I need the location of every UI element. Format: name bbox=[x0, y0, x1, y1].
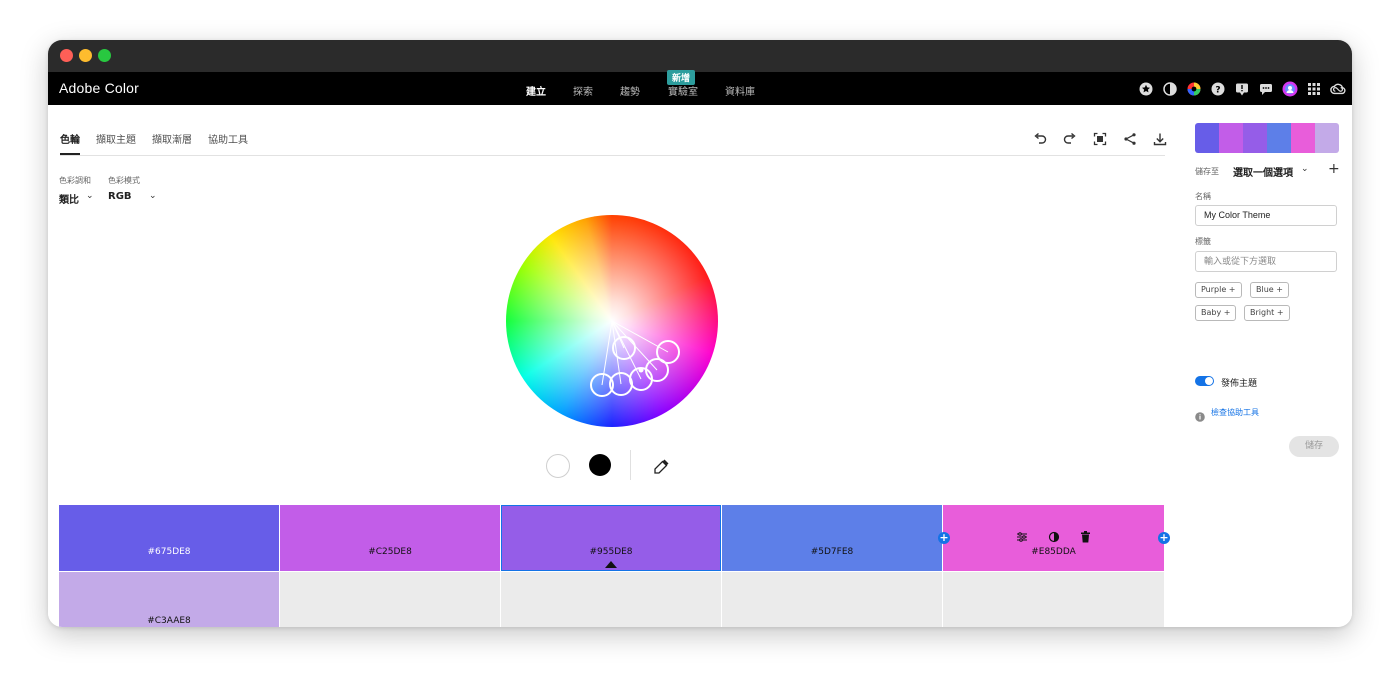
nav-explore[interactable]: 探索 bbox=[573, 83, 593, 98]
download-icon[interactable] bbox=[1152, 131, 1168, 147]
swatch-hex[interactable]: #955DE8 bbox=[501, 547, 721, 557]
divider bbox=[630, 450, 631, 480]
browser-window: Adobe Color 建立 探索 趨勢 實驗室 資料庫 新增 ? 色輪 擷取主… bbox=[48, 40, 1352, 627]
palette-swatch-selected[interactable]: #955DE8 bbox=[501, 505, 721, 571]
base-color-dot bbox=[638, 367, 644, 373]
harmony-select[interactable]: 類比 bbox=[59, 191, 79, 206]
tab-accessibility-tools[interactable]: 協助工具 bbox=[208, 131, 248, 146]
main-content: 色輪 擷取主題 擷取漸層 協助工具 色彩調和 色彩模式 類比 ⌄ RGB ⌄ #… bbox=[48, 105, 1352, 627]
preview-swatch bbox=[1267, 123, 1291, 153]
tag-suggestion[interactable]: Bright + bbox=[1244, 305, 1290, 321]
color-wheel-icon[interactable] bbox=[1186, 81, 1202, 97]
adjust-sliders-icon[interactable] bbox=[1015, 531, 1029, 543]
header-icons: ? bbox=[1138, 80, 1346, 98]
empty-swatch-slot bbox=[280, 572, 500, 627]
add-swatch-button[interactable]: + bbox=[1158, 532, 1170, 544]
tab-extract-theme[interactable]: 擷取主題 bbox=[96, 131, 136, 146]
palette-swatch[interactable]: #675DE8 bbox=[59, 505, 279, 571]
selected-swatch-indicator bbox=[605, 561, 617, 568]
nav-labs[interactable]: 實驗室 bbox=[668, 83, 698, 98]
wheel-toolbar bbox=[1032, 131, 1168, 149]
close-window-button[interactable] bbox=[60, 49, 73, 62]
nav-library[interactable]: 資料庫 bbox=[725, 83, 755, 98]
empty-swatch-slot bbox=[501, 572, 721, 627]
publish-label: 發佈主題 bbox=[1221, 379, 1258, 389]
add-swatch-button[interactable]: + bbox=[938, 532, 950, 544]
preview-swatch bbox=[1315, 123, 1339, 153]
harmony-label: 色彩調和 bbox=[59, 176, 91, 185]
eyedropper-icon[interactable] bbox=[652, 456, 672, 476]
palette-swatch[interactable]: #5D7FE8 bbox=[722, 505, 942, 571]
palette-swatch[interactable]: #C25DE8 bbox=[280, 505, 500, 571]
maximize-window-button[interactable] bbox=[98, 49, 111, 62]
preview-swatch bbox=[1243, 123, 1267, 153]
chevron-down-icon[interactable]: ⌄ bbox=[1301, 164, 1309, 174]
help-icon[interactable]: ? bbox=[1210, 81, 1226, 97]
preview-swatch bbox=[1219, 123, 1243, 153]
tag-suggestion[interactable]: Baby + bbox=[1195, 305, 1237, 321]
tab-color-wheel[interactable]: 色輪 bbox=[60, 131, 80, 146]
contrast-icon[interactable] bbox=[1162, 81, 1178, 97]
swatch-hex[interactable]: #5D7FE8 bbox=[722, 547, 942, 557]
palette-swatch-hovered[interactable]: #E85DDA bbox=[943, 505, 1164, 571]
swatch-tools bbox=[943, 531, 1164, 543]
tags-input[interactable]: 輸入或從下方選取 bbox=[1195, 251, 1337, 272]
preview-swatch bbox=[1195, 123, 1219, 153]
tabs-divider bbox=[60, 155, 1165, 156]
empty-swatch-slot bbox=[722, 572, 942, 627]
color-wheel-markers[interactable] bbox=[506, 215, 718, 427]
check-accessibility-link[interactable]: 檢查協助工具 bbox=[1211, 407, 1259, 418]
toggle-knob bbox=[1205, 377, 1213, 385]
alert-icon[interactable] bbox=[1234, 81, 1250, 97]
feedback-icon[interactable] bbox=[1258, 81, 1274, 97]
nav-trends[interactable]: 趨勢 bbox=[620, 83, 640, 98]
save-to-select[interactable]: 選取一個選項 bbox=[1233, 164, 1293, 179]
tab-extract-gradient[interactable]: 擷取漸層 bbox=[152, 131, 192, 146]
apps-grid-icon[interactable] bbox=[1306, 81, 1322, 97]
add-library-icon[interactable]: + bbox=[1328, 161, 1340, 177]
share-icon[interactable] bbox=[1122, 131, 1138, 147]
preview-swatch bbox=[1291, 123, 1315, 153]
new-badge: 新增 bbox=[667, 70, 696, 85]
swatch-hex[interactable]: #C3AAE8 bbox=[59, 616, 279, 626]
swatch-hex[interactable]: #C25DE8 bbox=[280, 547, 500, 557]
publish-toggle[interactable] bbox=[1195, 376, 1214, 386]
chevron-down-icon[interactable]: ⌄ bbox=[86, 191, 94, 201]
chevron-down-icon[interactable]: ⌄ bbox=[149, 191, 157, 201]
theme-name-input[interactable]: My Color Theme bbox=[1195, 205, 1337, 226]
swatch-hex[interactable]: #675DE8 bbox=[59, 547, 279, 557]
theme-preview bbox=[1195, 123, 1339, 153]
fullscreen-icon[interactable] bbox=[1092, 131, 1108, 147]
undo-icon[interactable] bbox=[1032, 131, 1048, 147]
minimize-window-button[interactable] bbox=[79, 49, 92, 62]
creative-cloud-icon[interactable] bbox=[1330, 81, 1346, 97]
svg-text:?: ? bbox=[1215, 86, 1220, 96]
black-brightness-button[interactable] bbox=[589, 454, 611, 476]
white-brightness-button[interactable] bbox=[546, 454, 570, 478]
swatch-hex[interactable]: #E85DDA bbox=[943, 547, 1164, 557]
star-icon[interactable] bbox=[1138, 81, 1154, 97]
color-mode-select[interactable]: RGB bbox=[108, 191, 132, 202]
empty-swatch-slot bbox=[943, 572, 1164, 627]
mode-label: 色彩模式 bbox=[108, 176, 140, 185]
palette-swatch[interactable]: #C3AAE8 bbox=[59, 572, 279, 627]
name-label: 名稱 bbox=[1195, 192, 1211, 201]
save-to-label: 儲存至 bbox=[1195, 167, 1219, 176]
trash-icon[interactable] bbox=[1079, 531, 1093, 543]
app-header: Adobe Color 建立 探索 趨勢 實驗室 資料庫 新增 ? bbox=[48, 70, 1352, 105]
redo-icon[interactable] bbox=[1062, 131, 1078, 147]
tags-label: 標籤 bbox=[1195, 237, 1211, 246]
avatar-icon[interactable] bbox=[1282, 81, 1298, 97]
tag-suggestion[interactable]: Blue + bbox=[1250, 282, 1289, 298]
info-icon bbox=[1195, 407, 1205, 426]
save-panel: 儲存至 選取一個選項 ⌄ + 名稱 My Color Theme 標籤 輸入或從… bbox=[1195, 105, 1340, 627]
set-base-color-icon[interactable] bbox=[1047, 531, 1061, 543]
nav-create[interactable]: 建立 bbox=[526, 83, 546, 98]
save-button[interactable]: 儲存 bbox=[1289, 436, 1339, 457]
title-bar bbox=[48, 40, 1352, 72]
tag-suggestion[interactable]: Purple + bbox=[1195, 282, 1242, 298]
